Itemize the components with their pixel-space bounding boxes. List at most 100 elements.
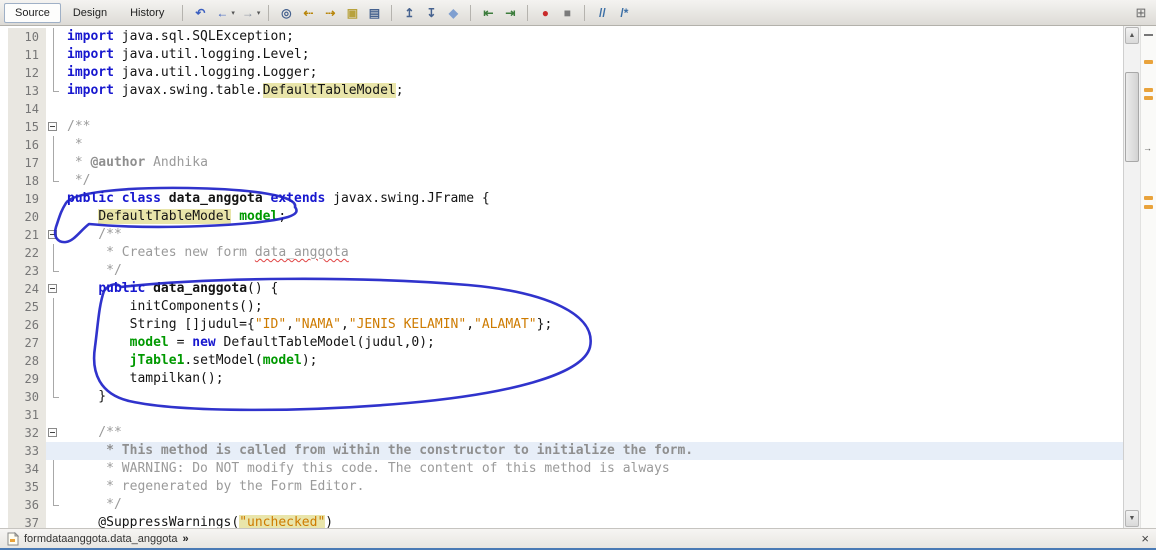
comment-icon[interactable]: //: [592, 4, 612, 22]
line-number: 13: [8, 82, 46, 100]
back-icon[interactable]: ←: [212, 4, 232, 22]
code-text: model = new DefaultTableModel(judul,0);: [129, 335, 435, 350]
fold-toggle-icon[interactable]: [46, 118, 62, 136]
code-line-25[interactable]: 25 initComponents();: [0, 298, 1123, 316]
code-line-27[interactable]: 27 model = new DefaultTableModel(judul,0…: [0, 334, 1123, 352]
line-number: 23: [8, 262, 46, 280]
forward-icon[interactable]: →: [238, 4, 258, 22]
occurrence-mark[interactable]: [1144, 196, 1153, 200]
code-line-24[interactable]: 24 public data_anggota() {: [0, 280, 1123, 298]
fold-toggle-icon[interactable]: [46, 424, 62, 442]
line-number: 36: [8, 496, 46, 514]
fold-guide: [46, 244, 62, 262]
error-stripe[interactable]: →: [1140, 26, 1156, 528]
occurrence-mark[interactable]: [1144, 205, 1153, 209]
code-line-31[interactable]: 31: [0, 406, 1123, 424]
record-macro-icon[interactable]: ●: [535, 4, 555, 22]
occurrence-mark[interactable]: [1144, 88, 1153, 92]
stripe-arrow-icon[interactable]: →: [1143, 144, 1152, 153]
back-dropdown-icon[interactable]: ▾: [231, 9, 235, 17]
stripe-caret-mark[interactable]: [1144, 34, 1153, 36]
code-line-18[interactable]: 18 */: [0, 172, 1123, 190]
breadcrumb-chevron-icon[interactable]: »: [183, 533, 189, 545]
code-line-32[interactable]: 32 /**: [0, 424, 1123, 442]
code-line-14[interactable]: 14: [0, 100, 1123, 118]
code-line-21[interactable]: 21 /**: [0, 226, 1123, 244]
shift-line-right-icon[interactable]: ⇥: [500, 4, 520, 22]
line-number: 31: [8, 406, 46, 424]
code-line-33[interactable]: 33 * This method is called from within t…: [0, 442, 1123, 460]
breadcrumb-bar: formdataanggota.data_anggota » ×: [0, 528, 1156, 548]
code-line-34[interactable]: 34 * WARNING: Do NOT modify this code. T…: [0, 460, 1123, 478]
code-line-37[interactable]: 37 @SuppressWarnings("unchecked"): [0, 514, 1123, 528]
code-text: /**: [67, 425, 122, 440]
code-text: @SuppressWarnings("unchecked"): [67, 515, 334, 528]
code-line-35[interactable]: 35 * regenerated by the Form Editor.: [0, 478, 1123, 496]
fold-guide: [46, 154, 62, 172]
tab-source[interactable]: Source: [4, 2, 61, 23]
code-line-13[interactable]: 13 import javax.swing.table.DefaultTableM…: [0, 82, 1123, 100]
select-in-projects-icon[interactable]: ▤: [364, 4, 384, 22]
code-line-28[interactable]: 28 jTable1.setModel(model);: [0, 352, 1123, 370]
shift-line-left-icon[interactable]: ⇤: [478, 4, 498, 22]
next-bookmark-icon[interactable]: ↧: [421, 4, 441, 22]
code-line-30[interactable]: 30 }: [0, 388, 1123, 406]
close-icon[interactable]: ×: [1141, 532, 1149, 545]
toolbar-separator: [527, 4, 529, 21]
code-text: public data_anggota() {: [98, 281, 279, 296]
code-editor[interactable]: 10 import java.sql.SQLException; 11 import …: [0, 26, 1123, 528]
tab-design[interactable]: Design: [62, 3, 118, 23]
forward-dropdown-icon[interactable]: ▾: [257, 9, 261, 17]
stop-macro-icon[interactable]: ■: [557, 4, 577, 22]
fold-guide: [46, 316, 62, 334]
code-line-17[interactable]: 17 * @author Andhika: [0, 154, 1123, 172]
code-line-20[interactable]: 20 DefaultTableModel model;: [0, 208, 1123, 226]
code-line-26[interactable]: 26 String []judul={"ID","NAMA","JENIS KE…: [0, 316, 1123, 334]
previous-bookmark-icon[interactable]: ↥: [399, 4, 419, 22]
find-selection-icon[interactable]: ◎: [276, 4, 296, 22]
code-text: tampilkan();: [67, 371, 224, 386]
breadcrumb[interactable]: formdataanggota.data_anggota: [24, 533, 178, 545]
code-text: import java.util.logging.Logger;: [67, 65, 318, 80]
code-line-11[interactable]: 11 import java.util.logging.Level;: [0, 46, 1123, 64]
toolbar-separator: [182, 4, 184, 21]
vertical-scrollbar[interactable]: ▲ ▼: [1123, 26, 1140, 528]
line-number: 15: [8, 118, 46, 136]
code-line-10[interactable]: 10 import java.sql.SQLException;: [0, 28, 1123, 46]
code-line-15[interactable]: 15 /**: [0, 118, 1123, 136]
line-number: 29: [8, 370, 46, 388]
uncomment-icon[interactable]: /*: [614, 4, 634, 22]
tab-history[interactable]: History: [119, 3, 175, 23]
toolbar-separator: [391, 4, 393, 21]
line-number: 10: [8, 28, 46, 46]
find-next-icon[interactable]: ⇢: [320, 4, 340, 22]
find-previous-icon[interactable]: ⇠: [298, 4, 318, 22]
fold-toggle-icon[interactable]: [46, 280, 62, 298]
code-line-36[interactable]: 36 */: [0, 496, 1123, 514]
occurrence-mark[interactable]: [1144, 60, 1153, 64]
code-line-29[interactable]: 29 tampilkan();: [0, 370, 1123, 388]
code-line-12[interactable]: 12 import java.util.logging.Logger;: [0, 64, 1123, 82]
code-line-16[interactable]: 16 *: [0, 136, 1123, 154]
fold-guide: [46, 478, 62, 496]
toggle-bookmark-icon[interactable]: ◆: [443, 4, 463, 22]
fold-toggle-icon[interactable]: [46, 226, 62, 244]
line-number: 33: [8, 442, 46, 460]
code-lines: 10 import java.sql.SQLException; 11 import …: [0, 26, 1123, 528]
line-number: 22: [8, 244, 46, 262]
scrollbar-thumb[interactable]: [1125, 72, 1139, 162]
scroll-down-icon[interactable]: ▼: [1125, 510, 1139, 527]
line-number: 18: [8, 172, 46, 190]
line-number: 19: [8, 190, 46, 208]
code-text: * @author Andhika: [67, 155, 208, 170]
code-text: * WARNING: Do NOT modify this code. The …: [67, 461, 670, 476]
jump-last-edit-icon[interactable]: ↶: [190, 4, 210, 22]
window-maximize-icon[interactable]: ⊞: [1131, 4, 1151, 22]
code-line-22[interactable]: 22 * Creates new form data_anggota: [0, 244, 1123, 262]
scroll-up-icon[interactable]: ▲: [1125, 27, 1139, 44]
toggle-highlight-icon[interactable]: ▣: [342, 4, 362, 22]
occurrence-mark[interactable]: [1144, 96, 1153, 100]
code-line-19[interactable]: 19 public class data_anggota extends java…: [0, 190, 1123, 208]
code-line-23[interactable]: 23 */: [0, 262, 1123, 280]
line-number: 11: [8, 46, 46, 64]
